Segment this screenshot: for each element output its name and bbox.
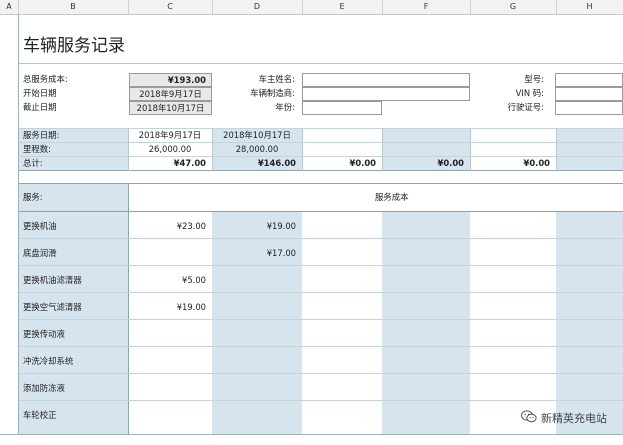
service-row-cost-c[interactable]: ¥5.00 <box>128 275 206 286</box>
cost-header: 服务成本 <box>375 192 409 202</box>
total-col-g: ¥0.00 <box>523 158 551 168</box>
end-date-label: 截止日期 <box>23 102 57 112</box>
column-header-row: A B C D E F G H <box>0 0 623 15</box>
band-divider-f <box>382 128 383 171</box>
year-input[interactable] <box>302 101 382 115</box>
row-separator <box>19 346 623 347</box>
vin-label: VIN 码: <box>515 88 544 98</box>
page-title: 车辆服务记录 <box>23 36 125 56</box>
band-divider-g <box>470 128 471 171</box>
sheet-bottom-line <box>0 434 623 435</box>
start-date-label: 开始日期 <box>23 88 57 98</box>
band-divider-d <box>212 128 213 171</box>
column-header-e[interactable]: E <box>302 0 383 14</box>
column-header-g[interactable]: G <box>470 0 557 14</box>
service-row-name[interactable]: 车轮校正 <box>23 410 57 421</box>
total-col-c: ¥47.00 <box>173 158 206 168</box>
service-header: 服务: <box>23 192 43 202</box>
column-header-f[interactable]: F <box>382 0 471 14</box>
mileage-2[interactable]: 28,000.00 <box>212 144 302 155</box>
cost-column-h <box>556 212 623 435</box>
service-row-name[interactable]: 更换空气滤清器 <box>23 302 82 313</box>
service-row-cost-c[interactable]: ¥23.00 <box>128 221 206 232</box>
make-input[interactable] <box>302 87 470 101</box>
band-line-2 <box>19 156 623 157</box>
end-date-value[interactable]: 2018年10月17日 <box>129 101 212 115</box>
title-divider <box>19 63 623 64</box>
total-col-e: ¥0.00 <box>349 158 377 168</box>
service-row-name[interactable]: 底盘润滑 <box>23 248 57 259</box>
total-col-d: ¥146.00 <box>257 158 296 168</box>
service-date-1[interactable]: 2018年9月17日 <box>128 130 212 141</box>
service-row-name[interactable]: 冲洗冷却系统 <box>23 356 73 367</box>
start-date-value[interactable]: 2018年9月17日 <box>129 87 212 101</box>
service-row-name[interactable]: 更换机油滤清器 <box>23 275 82 286</box>
license-input[interactable] <box>555 101 623 115</box>
table-top-line <box>19 183 623 184</box>
make-label: 车辆制造商: <box>250 88 295 98</box>
band-top-line <box>19 128 623 129</box>
row-separator <box>19 319 623 320</box>
total-label: 总计: <box>23 158 43 168</box>
row-separator <box>19 292 623 293</box>
column-header-c[interactable]: C <box>128 0 213 14</box>
service-row-name[interactable]: 更换传动液 <box>23 329 65 340</box>
cost-column-f <box>382 212 470 435</box>
license-label: 行驶证号: <box>507 102 544 112</box>
row-separator <box>19 400 623 401</box>
wechat-icon <box>521 410 537 426</box>
row-separator <box>19 238 623 239</box>
service-row-cost-d[interactable]: ¥17.00 <box>212 248 296 259</box>
row-separator <box>19 265 623 266</box>
column-header-h[interactable]: H <box>556 0 623 14</box>
owner-input[interactable] <box>302 73 470 87</box>
band-divider-c <box>128 128 129 171</box>
total-cost-label: 总服务成本: <box>23 74 68 84</box>
service-date-2[interactable]: 2018年10月17日 <box>212 130 302 141</box>
total-col-f: ¥0.00 <box>437 158 465 168</box>
service-row-name[interactable]: 更换机油 <box>23 221 57 232</box>
band-line-1 <box>19 142 623 143</box>
column-header-a[interactable]: A <box>0 0 19 14</box>
watermark: 新精英充电站 <box>521 410 607 426</box>
band-divider-e <box>302 128 303 171</box>
vin-input[interactable] <box>555 87 623 101</box>
owner-label: 车主姓名: <box>258 74 295 84</box>
column-header-d[interactable]: D <box>212 0 303 14</box>
row-separator <box>19 373 623 374</box>
watermark-text: 新精英充电站 <box>541 412 607 425</box>
mileage-1[interactable]: 26,000.00 <box>128 144 212 155</box>
service-date-label: 服务日期: <box>23 130 60 140</box>
year-label: 年份: <box>275 102 295 112</box>
service-info-band-h <box>556 128 623 171</box>
band-bottom-line <box>19 170 623 171</box>
band-divider-h <box>556 128 557 171</box>
total-cost-value[interactable]: ¥193.00 <box>129 73 212 87</box>
column-header-b[interactable]: B <box>18 0 129 14</box>
service-row-name[interactable]: 添加防冻液 <box>23 383 65 394</box>
spreadsheet: A B C D E F G H 车辆服务记录 总服务成本: 开始日期 截止日期 … <box>0 0 623 445</box>
table-header-line <box>19 211 623 212</box>
service-row-cost-d[interactable]: ¥19.00 <box>212 221 296 232</box>
cost-column-d <box>212 212 302 435</box>
model-input[interactable] <box>555 73 623 87</box>
model-label: 型号: <box>524 74 544 84</box>
mileage-label: 里程数: <box>23 144 51 154</box>
service-row-cost-c[interactable]: ¥19.00 <box>128 302 206 313</box>
